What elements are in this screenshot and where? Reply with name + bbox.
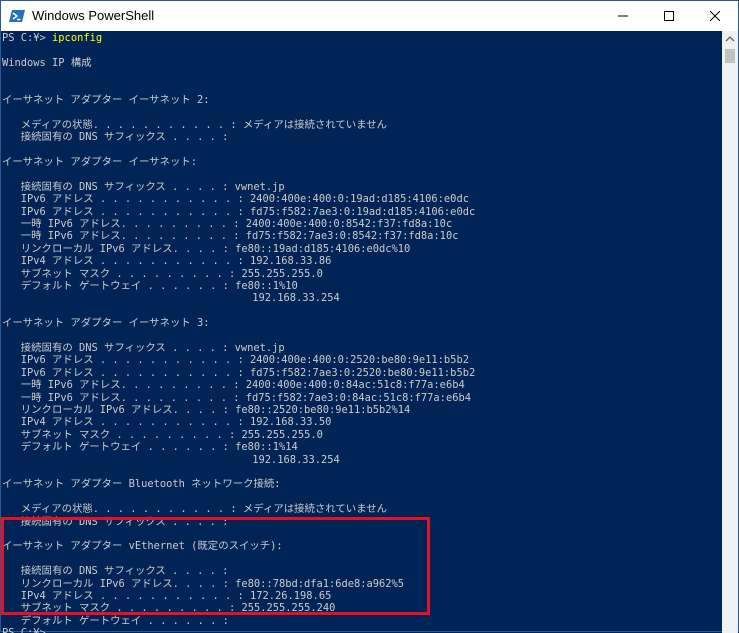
console-line: リンクローカル IPv6 アドレス. . . . : fe80::2520:be…	[2, 404, 411, 416]
minimize-icon	[618, 15, 628, 17]
console-line: IPv6 アドレス . . . . . . . . . . . : fd75:f…	[2, 205, 476, 218]
console-line: デフォルト ゲートウェイ . . . . . . : fe80::1%10	[2, 280, 298, 292]
console-line: 一時 IPv6 アドレス. . . . . . . . . : 2400:400…	[2, 218, 453, 230]
close-button[interactable]	[692, 1, 738, 31]
title-bar[interactable]: Windows PowerShell	[1, 1, 738, 31]
console-line: メディアの状態. . . . . . . . . . . : メディアは接続され…	[2, 503, 388, 516]
console-line: 一時 IPv6 アドレス. . . . . . . . . : fd75:f58…	[2, 391, 471, 404]
console-line: イーサネット アダプター イーサネット 3:	[2, 317, 210, 330]
maximize-icon	[664, 11, 674, 21]
console-line: 接続固有の DNS サフィックス . . . . : vwnet.jp	[2, 342, 285, 354]
console-line: Windows IP 構成	[2, 56, 92, 69]
command-text: ipconfig	[52, 32, 103, 44]
console-line: イーサネット アダプター イーサネット:	[2, 156, 197, 168]
console-line: デフォルト ゲートウェイ . . . . . . :	[2, 614, 229, 627]
console-line: デフォルト ゲートウェイ . . . . . . : fe80::1%14	[2, 441, 298, 454]
console-line: PS C:¥>	[2, 627, 46, 633]
maximize-button[interactable]	[646, 1, 692, 31]
scrollbar-thumb[interactable]	[725, 49, 735, 63]
prompt-line: PS C:¥> ipconfig	[2, 32, 102, 44]
console-line: IPv6 アドレス . . . . . . . . . . . : 2400:4…	[2, 193, 469, 206]
console-line: イーサネット アダプター イーサネット 2:	[2, 94, 210, 106]
console-line: 一時 IPv6 アドレス. . . . . . . . . : fd75:f58…	[2, 230, 459, 243]
console-line: IPv4 アドレス . . . . . . . . . . . : 192.16…	[2, 416, 332, 429]
console-line: リンクローカル IPv6 アドレス. . . . : fe80::19ad:d1…	[2, 242, 411, 255]
vertical-scrollbar[interactable]	[722, 31, 738, 633]
prompt-text: PS C:¥>	[2, 32, 53, 44]
console-line: IPv6 アドレス . . . . . . . . . . . : fd75:f…	[2, 366, 476, 379]
console-line: 192.168.33.254	[2, 292, 340, 305]
console-line: イーサネット アダプター Bluetooth ネットワーク接続:	[2, 478, 281, 491]
minimize-button[interactable]	[600, 1, 646, 31]
highlight-box	[1, 517, 430, 615]
window-title: Windows PowerShell	[32, 8, 155, 23]
console-line: 192.168.33.254	[2, 453, 340, 466]
console-line: IPv4 アドレス . . . . . . . . . . . : 192.16…	[2, 255, 332, 268]
close-icon	[710, 11, 720, 21]
console-line: 接続固有の DNS サフィックス . . . . : vwnet.jp	[2, 180, 285, 193]
console-line: 一時 IPv6 アドレス. . . . . . . . . : 2400:400…	[2, 379, 465, 392]
powershell-icon	[9, 10, 25, 22]
console-line: メディアの状態. . . . . . . . . . . : メディアは接続され…	[2, 118, 388, 131]
scroll-up-arrow-icon[interactable]	[722, 31, 738, 47]
console-line: 接続固有の DNS サフィックス . . . . :	[2, 131, 229, 144]
console-line: IPv6 アドレス . . . . . . . . . . . : 2400:4…	[2, 354, 469, 367]
powershell-window: Windows PowerShell PS C:¥> ipconfig Wind…	[0, 0, 739, 633]
console-line: サブネット マスク . . . . . . . . . : 255.255.25…	[2, 428, 323, 441]
console-line: サブネット マスク . . . . . . . . . : 255.255.25…	[2, 267, 323, 280]
